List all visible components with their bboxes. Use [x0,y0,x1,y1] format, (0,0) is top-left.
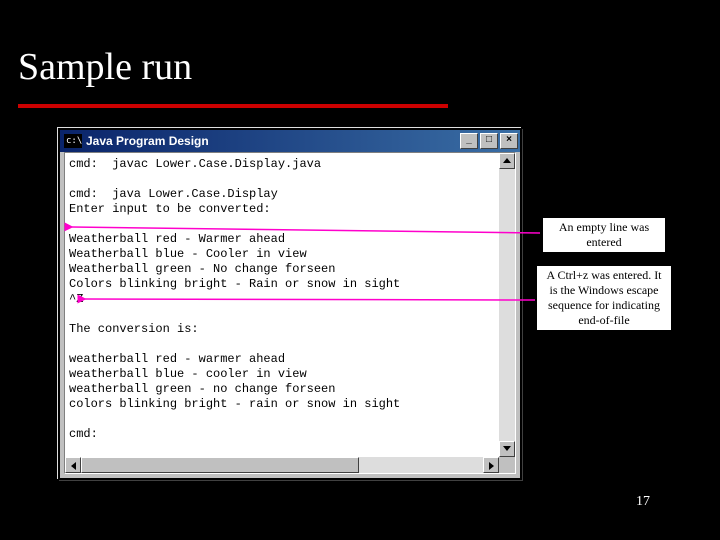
page-number: 17 [636,494,650,510]
maximize-button[interactable]: □ [480,133,498,149]
titlebar[interactable]: c:\ Java Program Design _ □ × [60,130,520,152]
horizontal-scrollbar[interactable] [65,457,499,473]
close-button[interactable]: × [500,133,518,149]
slide: Sample run c:\ Java Program Design _ □ ×… [0,0,720,540]
minimize-button[interactable]: _ [460,133,478,149]
vertical-scrollbar[interactable] [499,153,515,457]
scroll-thumb[interactable] [81,457,359,473]
scroll-corner [499,457,515,473]
client-area: cmd: javac Lower.Case.Display.java cmd: … [64,152,516,474]
slide-title: Sample run [18,45,192,89]
chevron-right-icon [489,462,494,470]
chevron-down-icon [503,446,511,451]
scroll-left-button[interactable] [65,457,81,473]
scroll-right-button[interactable] [483,457,499,473]
title-underline [18,104,448,108]
scroll-up-button[interactable] [499,153,515,169]
chevron-up-icon [503,158,511,163]
chevron-left-icon [71,462,76,470]
window-title: Java Program Design [86,134,458,148]
console-window: c:\ Java Program Design _ □ × cmd: javac… [58,128,522,480]
app-icon: c:\ [64,134,82,148]
console-output: cmd: javac Lower.Case.Display.java cmd: … [67,155,497,455]
callout-empty-line: An empty line was entered [542,217,666,253]
callout-ctrl-z: A Ctrl+z was entered. It is the Windows … [536,265,672,331]
scroll-down-button[interactable] [499,441,515,457]
